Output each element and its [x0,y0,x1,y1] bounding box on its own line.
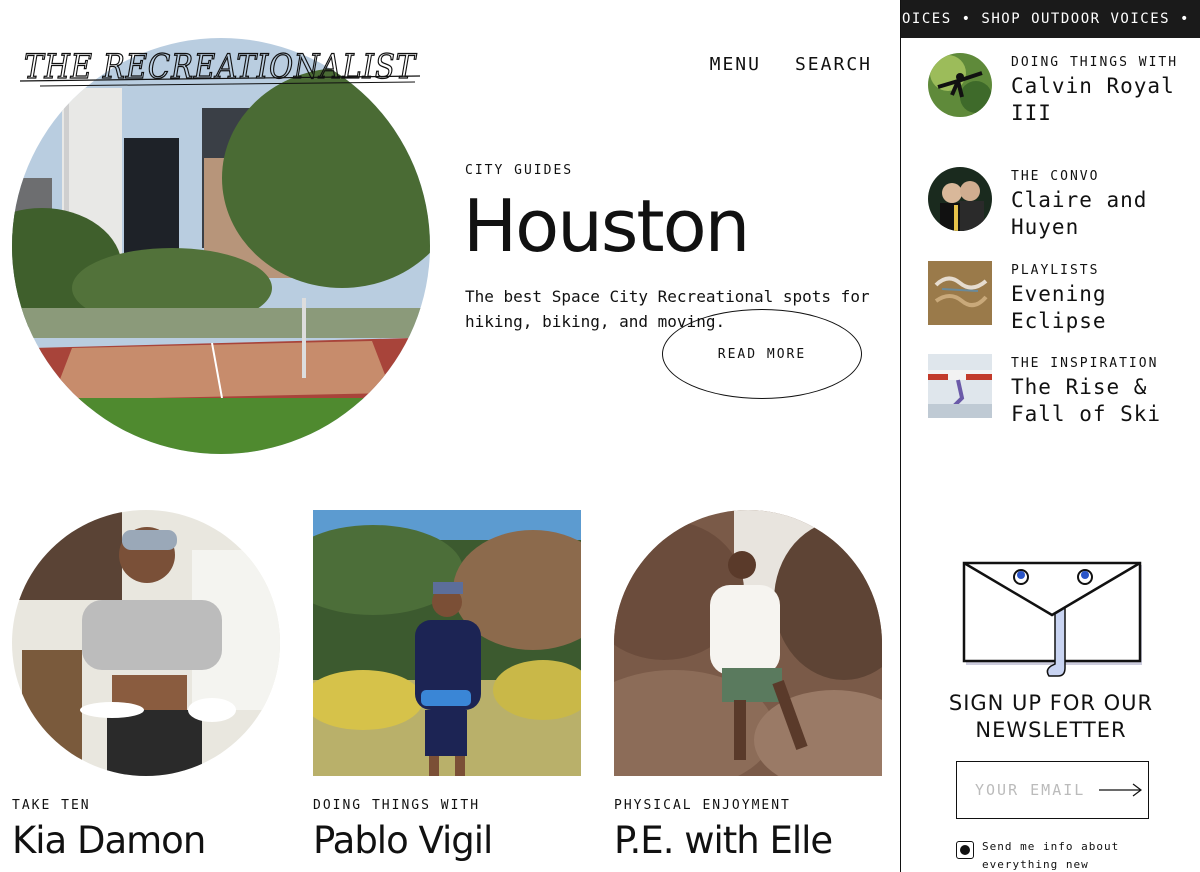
hero-category[interactable]: CITY GUIDES [465,163,573,178]
sidebar-thumb[interactable] [928,167,992,231]
top-nav: MENU SEARCH [710,54,872,75]
card-image-kia-damon[interactable] [12,510,280,776]
card-category[interactable]: PHYSICAL ENJOYMENT [614,798,882,813]
sidebar-thumb[interactable] [928,354,992,418]
search-link[interactable]: SEARCH [795,54,872,75]
card-category[interactable]: TAKE TEN [12,798,280,813]
email-form [956,761,1149,819]
opt-in-checkbox[interactable] [956,841,974,859]
menu-link[interactable]: MENU [710,54,761,75]
article-card[interactable]: DOING THINGS WITH Pablo Vigil [313,510,581,862]
read-more-button[interactable]: READ MORE [662,309,862,399]
sidebar-item-category: PLAYLISTS [1011,263,1100,278]
sidebar-item-category: THE CONVO [1011,169,1100,184]
opt-in: Send me info about everything new [956,838,1132,872]
shop-ticker[interactable]: OICES • SHOP OUTDOOR VOICES • S [901,0,1200,38]
card-image-pe-with-elle[interactable] [614,510,882,776]
checkbox-dot-icon [960,845,970,855]
sidebar-item-title[interactable]: Evening Eclipse [1011,281,1188,335]
article-card[interactable]: TAKE TEN Kia Damon [12,510,280,862]
card-title[interactable]: Kia Damon [12,819,280,862]
card-title[interactable]: Pablo Vigil [313,819,581,862]
logo-text: THE RECREATIONALIST [24,47,417,87]
sidebar-item-category: DOING THINGS WITH [1011,55,1179,70]
opt-in-label: Send me info about everything new [982,840,1120,871]
sidebar-item-rise-fall-ski[interactable]: THE INSPIRATION The Rise & Fall of Ski [928,354,1188,428]
card-title[interactable]: P.E. with Elle [614,819,882,862]
sidebar-item-title[interactable]: Calvin Royal III [1011,73,1188,127]
sidebar-thumb[interactable] [928,53,992,117]
envelope-mascot-icon [962,561,1142,677]
sidebar-item-claire-huyen[interactable]: THE CONVO Claire and Huyen [928,167,1188,241]
sidebar-item-title[interactable]: The Rise & Fall of Ski [1011,374,1188,428]
card-image-pablo-vigil[interactable] [313,510,581,776]
submit-arrow-icon[interactable] [1099,783,1143,797]
card-category[interactable]: DOING THINGS WITH [313,798,581,813]
sidebar-item-title[interactable]: Claire and Huyen [1011,187,1188,241]
sidebar-item-calvin-royal[interactable]: DOING THINGS WITH Calvin Royal III [928,53,1188,127]
email-input[interactable] [975,781,1095,799]
hero-title[interactable]: Houston [463,184,750,268]
sidebar-thumb[interactable] [928,261,992,325]
sidebar-item-evening-eclipse[interactable]: PLAYLISTS Evening Eclipse [928,261,1188,335]
sidebar: OICES • SHOP OUTDOOR VOICES • S DOING TH… [900,0,1200,872]
site-logo[interactable]: THE RECREATIONALIST [20,38,425,94]
sidebar-item-category: THE INSPIRATION [1011,356,1159,371]
newsletter-title: SIGN UP FOR OUR NEWSLETTER [948,691,1154,742]
article-card[interactable]: PHYSICAL ENJOYMENT P.E. with Elle [614,510,882,862]
hero-image-houston[interactable] [12,38,430,454]
